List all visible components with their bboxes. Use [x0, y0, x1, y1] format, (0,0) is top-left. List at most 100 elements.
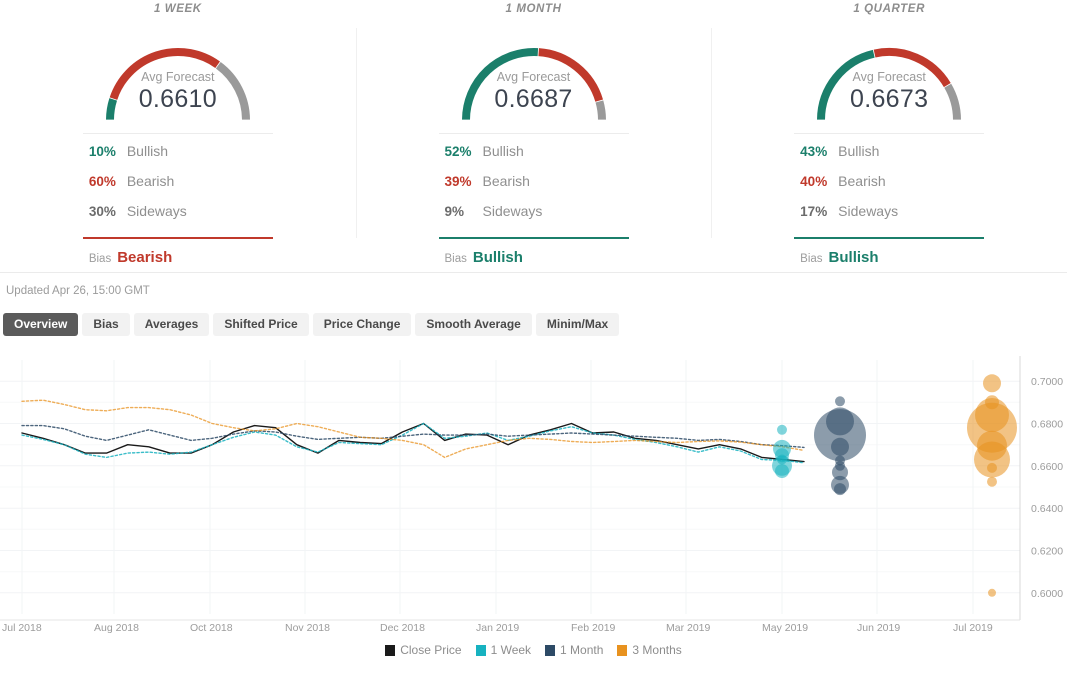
chart-series-lines	[21, 399, 805, 464]
bias-row: Bias Bullish	[439, 239, 629, 266]
chart-gridlines	[0, 360, 1020, 614]
gauge-arc-segments	[461, 48, 606, 120]
sideways-percent: 9%	[444, 204, 465, 219]
svg-text:0.6200: 0.6200	[1031, 546, 1063, 558]
tab-bias[interactable]: Bias	[82, 313, 130, 336]
legend-label: Close Price	[400, 643, 462, 657]
bias-row: Bias Bullish	[794, 239, 984, 266]
forecast-chart[interactable]: 0.7000 0.6800 0.6600 0.6400 0.6200 0.6000	[0, 352, 1067, 622]
bias-row: Bias Bearish	[83, 239, 273, 266]
bearish-label: Bearish	[838, 173, 886, 189]
gauge-1-month: Avg Forecast 0.6687	[434, 20, 634, 124]
legend-item-1-week[interactable]: 1 Week	[475, 643, 532, 657]
updated-bar: Updated Apr 26, 15:00 GMT	[0, 272, 1067, 313]
gauge-1-quarter: Avg Forecast 0.6673	[789, 20, 989, 124]
bullish-label: Bullish	[126, 143, 169, 159]
stat-row-bullish: 10% Bullish	[83, 143, 273, 173]
chart-tabs: Overview Bias Averages Shifted Price Price C…	[0, 313, 1067, 337]
bias-label: Bias	[88, 253, 112, 265]
tab-smooth-average[interactable]: Smooth Average	[415, 313, 532, 336]
bullish-percent: 43%	[800, 144, 828, 159]
legend-swatch-icon	[617, 644, 628, 656]
tab-minim-max[interactable]: Minim/Max	[535, 313, 620, 336]
bias-value: Bearish	[117, 249, 173, 266]
stat-row-sideways: 17% Sideways	[794, 203, 984, 233]
sentiment-stats: 10% Bullish 60% Bearish 30% Sideways Bia…	[82, 133, 273, 266]
gauge-arc-segments	[105, 48, 250, 120]
x-tick-label: Dec 2018	[380, 622, 425, 634]
sideways-label: Sideways	[482, 203, 543, 219]
stat-row-bearish: 40% Bearish	[794, 173, 984, 203]
chart-svg: 0.7000 0.6800 0.6600 0.6400 0.6200 0.6000	[0, 356, 1063, 621]
stat-row-sideways: 30% Sideways	[83, 203, 273, 233]
bullish-label: Bullish	[838, 143, 880, 159]
bearish-percent: 60%	[88, 174, 116, 189]
x-tick-label: Jul 2018	[2, 622, 42, 634]
bias-label: Bias	[444, 253, 467, 265]
sentiment-stats: 43% Bullish 40% Bearish 17% Sideways Bia…	[794, 133, 985, 266]
sentiment-stats: 52% Bullish 39% Bearish 9% Sideways Bias…	[438, 133, 629, 266]
bias-value: Bullish	[828, 249, 879, 266]
gauge-arc-segments	[817, 48, 962, 120]
gauge-arc-svg	[461, 48, 606, 120]
svg-text:0.6600: 0.6600	[1031, 461, 1063, 473]
legend-label: 1 Month	[560, 643, 604, 657]
tab-shifted-price[interactable]: Shifted Price	[213, 313, 309, 336]
x-tick-label: Feb 2019	[571, 622, 616, 634]
chart-bubbles	[772, 374, 1017, 597]
x-tick-label: Jan 2019	[476, 622, 520, 634]
stat-row-bearish: 39% Bearish	[439, 173, 629, 203]
legend-label: 1 Week	[490, 643, 532, 657]
legend-swatch-icon	[475, 644, 486, 656]
x-tick-label: Jul 2019	[953, 622, 993, 634]
bullish-label: Bullish	[482, 143, 524, 159]
forecast-panel-1-week: 1 WEEK Avg Forecast 0.6610 10% Bullish 6…	[0, 0, 356, 272]
tab-price-change[interactable]: Price Change	[312, 313, 412, 336]
forecast-panel-1-month: 1 MONTH Avg Forecast 0.6687 52% Bullish …	[355, 0, 712, 272]
x-tick-label: May 2019	[762, 622, 809, 634]
bearish-label: Bearish	[482, 173, 530, 189]
legend-item-1-month[interactable]: 1 Month	[545, 643, 603, 657]
bearish-label: Bearish	[126, 173, 175, 189]
x-tick-label: Aug 2018	[94, 622, 139, 634]
svg-text:0.7000: 0.7000	[1031, 376, 1063, 388]
updated-timestamp: Updated Apr 26, 15:00 GMT	[6, 285, 150, 297]
sideways-percent: 30%	[88, 204, 116, 219]
legend-item-3-months[interactable]: 3 Months	[617, 643, 682, 657]
tab-averages[interactable]: Averages	[133, 313, 210, 336]
legend-item-close-price[interactable]: Close Price	[385, 643, 462, 657]
svg-text:0.6400: 0.6400	[1031, 503, 1063, 515]
bearish-percent: 40%	[800, 174, 828, 189]
stat-row-bearish: 60% Bearish	[83, 173, 273, 203]
bullish-percent: 10%	[88, 144, 116, 159]
bullish-percent: 52%	[444, 144, 472, 159]
svg-text:0.6000: 0.6000	[1031, 588, 1063, 600]
chart-legend: Close Price 1 Week 1 Month 3 Months	[0, 642, 1067, 658]
forecast-summary-row: 1 WEEK Avg Forecast 0.6610 10% Bullish 6…	[0, 0, 1067, 272]
panel-title: 1 QUARTER	[853, 3, 925, 15]
gauge-arc-svg	[817, 48, 962, 120]
stat-row-bullish: 43% Bullish	[794, 143, 984, 173]
forecast-panel-1-quarter: 1 QUARTER Avg Forecast 0.6673 43% Bullis…	[711, 0, 1067, 272]
x-tick-label: Mar 2019	[666, 622, 711, 634]
gauge-1-week: Avg Forecast 0.6610	[78, 20, 278, 124]
chart-x-axis: Jul 2018 Aug 2018 Oct 2018 Nov 2018 Dec 2018…	[0, 622, 1067, 638]
chart-y-tick-labels: 0.7000 0.6800 0.6600 0.6400 0.6200 0.6000	[1031, 376, 1063, 600]
svg-text:0.6800: 0.6800	[1031, 419, 1063, 431]
stat-row-bullish: 52% Bullish	[439, 143, 629, 173]
x-tick-label: Jun 2019	[857, 622, 901, 634]
bias-value: Bullish	[472, 249, 523, 266]
forecast-poll-page: 1 WEEK Avg Forecast 0.6610 10% Bullish 6…	[0, 0, 1067, 682]
sideways-label: Sideways	[838, 203, 899, 219]
sideways-percent: 17%	[800, 204, 828, 219]
gauge-arc-svg	[105, 48, 250, 120]
x-tick-label: Nov 2018	[285, 622, 330, 634]
chart-axis-frame	[0, 356, 1021, 621]
stat-row-sideways: 9% Sideways	[439, 203, 629, 233]
sideways-label: Sideways	[126, 203, 187, 219]
x-tick-label: Oct 2018	[190, 622, 233, 634]
legend-swatch-icon	[385, 644, 396, 656]
bearish-percent: 39%	[444, 174, 472, 189]
panel-title: 1 WEEK	[153, 3, 202, 15]
tab-overview[interactable]: Overview	[3, 313, 79, 336]
